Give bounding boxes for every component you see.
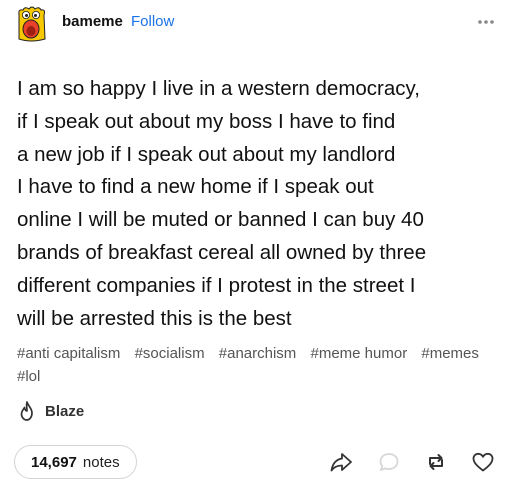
post-body-text: I am so happy I live in a western democr… [17, 77, 427, 330]
tag-meme-humor[interactable]: #meme humor [310, 342, 407, 365]
post-footer: 14,697 notes [0, 438, 512, 486]
post-tags: #anti capitalism #socialism #anarchism #… [17, 342, 497, 388]
notes-label: notes [82, 453, 120, 471]
tag-anti-capitalism[interactable]: #anti capitalism [17, 342, 120, 365]
notes-button[interactable]: 14,697 notes [14, 445, 137, 479]
tag-memes[interactable]: #memes [421, 342, 479, 365]
post-header: bameme Follow [0, 0, 512, 46]
follow-button[interactable]: Follow [131, 13, 174, 30]
avatar[interactable] [13, 5, 49, 43]
blaze-button[interactable]: Blaze [17, 398, 84, 424]
tag-socialism[interactable]: #socialism [135, 342, 205, 365]
username[interactable]: bameme [62, 13, 123, 30]
flame-icon [20, 401, 33, 421]
yellow-monster-avatar-icon [13, 5, 49, 43]
share-icon[interactable] [328, 449, 354, 475]
reply-icon[interactable] [376, 449, 402, 475]
more-options-icon[interactable] [474, 10, 498, 34]
blaze-label: Blaze [45, 402, 85, 420]
tag-lol[interactable]: #lol [17, 365, 40, 388]
tag-anarchism[interactable]: #anarchism [219, 342, 297, 365]
like-icon[interactable] [470, 449, 496, 475]
reblog-icon[interactable] [423, 449, 449, 475]
notes-count: 14,697 [31, 453, 77, 471]
